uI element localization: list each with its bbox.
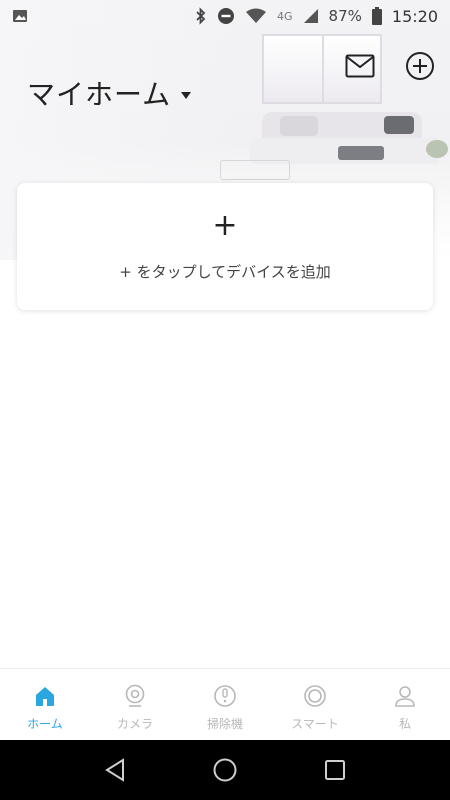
network-type: 4G	[277, 9, 293, 23]
dropdown-caret-icon	[181, 91, 192, 99]
battery-percent: 87%	[328, 7, 362, 25]
vacuum-icon	[212, 683, 238, 709]
nav-item-camera[interactable]: カメラ	[90, 669, 180, 740]
hero-pillow	[384, 116, 414, 134]
recents-icon[interactable]	[320, 755, 350, 785]
person-icon	[392, 683, 418, 709]
back-icon[interactable]	[100, 755, 130, 785]
smart-icon	[302, 683, 328, 709]
header-actions	[344, 50, 436, 82]
nav-label-smart: スマート	[291, 717, 339, 731]
hero-pillow	[280, 116, 318, 136]
hero-plant	[426, 140, 448, 158]
bluetooth-icon	[195, 7, 207, 25]
home-circle-icon[interactable]	[210, 755, 240, 785]
home-icon	[32, 683, 58, 709]
wifi-icon	[245, 8, 267, 24]
add-device-hint: + をタップしてデバイスを追加	[119, 263, 331, 281]
clock: 15:20	[391, 6, 438, 26]
add-circle-icon[interactable]	[404, 50, 436, 82]
image-notification-icon	[12, 8, 28, 24]
battery-icon	[371, 7, 382, 25]
plus-icon: +	[212, 208, 238, 243]
hero-throw	[338, 146, 384, 160]
nav-label-vacuum: 掃除機	[206, 717, 243, 731]
nav-label-camera: カメラ	[116, 717, 153, 731]
nav-label-me: 私	[398, 717, 411, 731]
nav-item-home[interactable]: ホーム	[0, 669, 90, 740]
status-bar: 4G 87% 15:20	[0, 0, 450, 32]
nav-label-home: ホーム	[27, 717, 63, 731]
nav-item-me[interactable]: 私	[360, 669, 450, 740]
do-not-disturb-icon	[217, 7, 235, 25]
system-navigation-bar	[0, 740, 450, 800]
bottom-navigation: ホーム カメラ 掃除機 スマート 私	[0, 668, 450, 740]
camera-icon	[122, 683, 148, 709]
home-name: マイホーム	[27, 78, 172, 111]
signal-icon	[303, 8, 319, 24]
add-device-card[interactable]: + + をタップしてデバイスを追加	[17, 183, 433, 310]
nav-item-vacuum[interactable]: 掃除機	[180, 669, 270, 740]
nav-item-smart[interactable]: スマート	[270, 669, 360, 740]
mail-icon[interactable]	[344, 50, 376, 82]
home-selector[interactable]: マイホーム	[27, 73, 192, 113]
